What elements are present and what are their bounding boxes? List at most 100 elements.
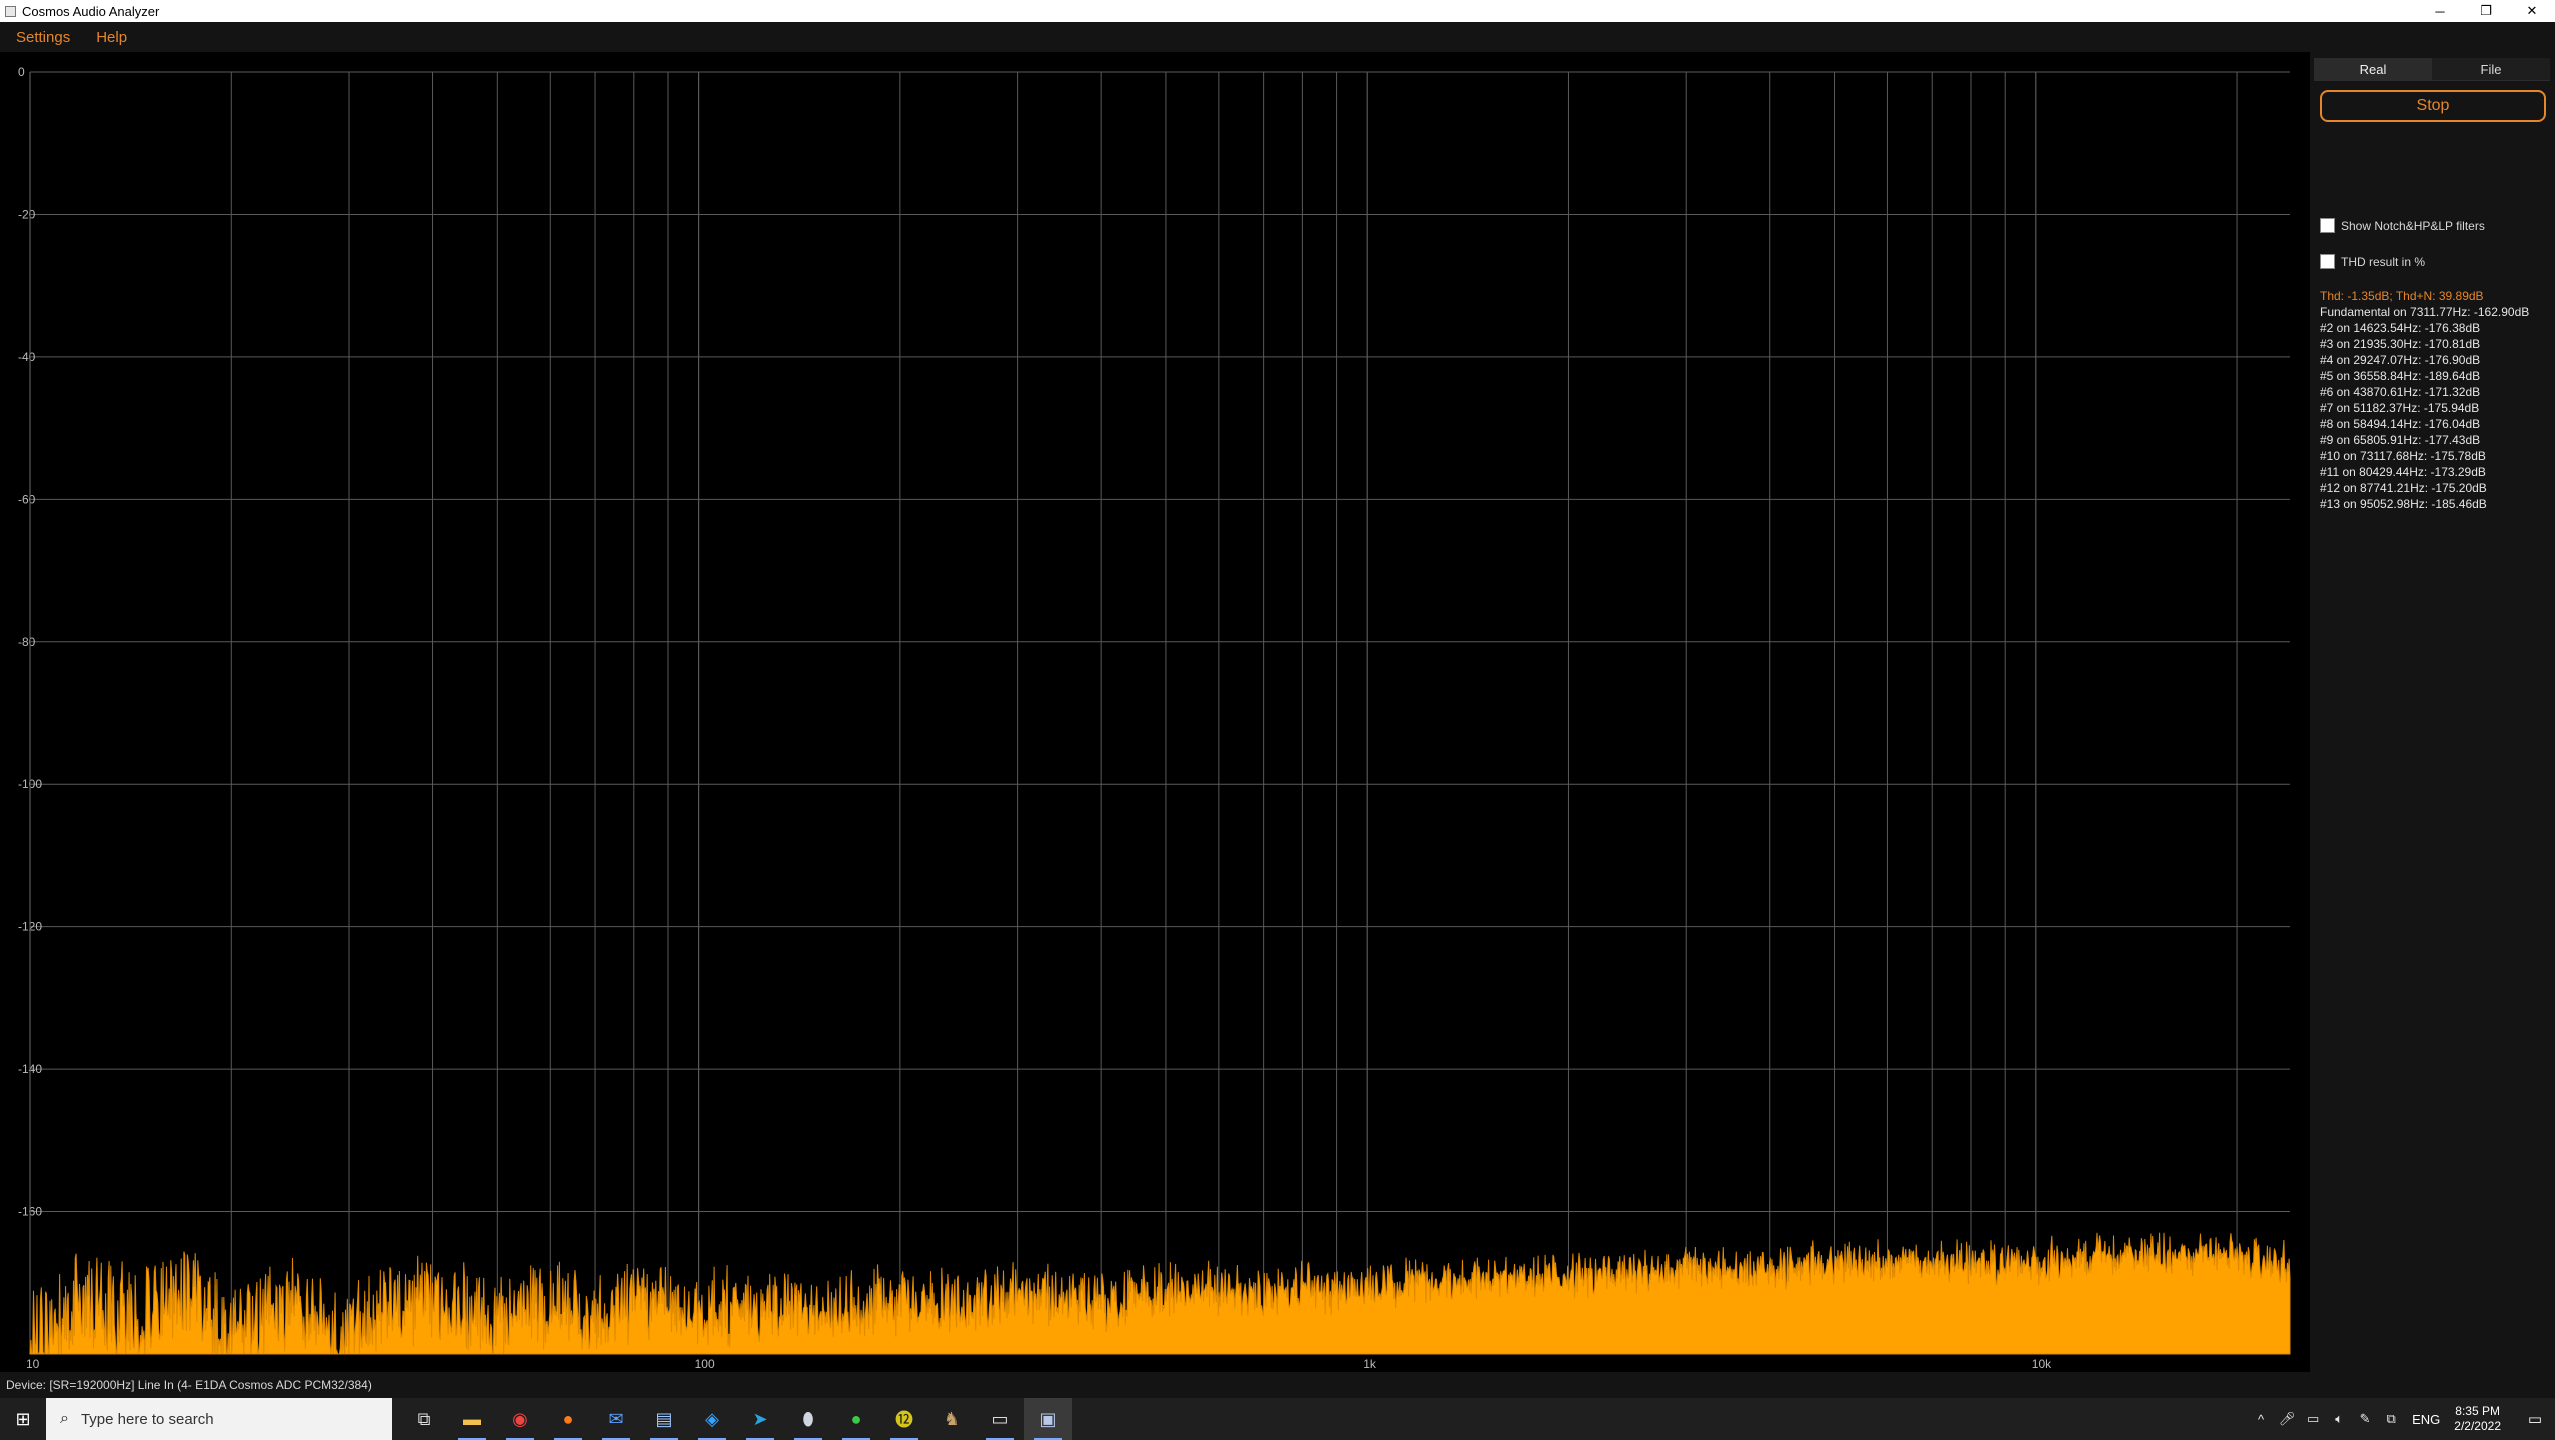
tab-real[interactable]: Real <box>2314 58 2432 81</box>
taskbar-search[interactable]: ⌕ Type here to search <box>46 1398 392 1440</box>
result-line: #10 on 73117.68Hz: -175.78dB <box>2320 449 2486 463</box>
task-view-button[interactable]: ⧉ <box>400 1398 448 1440</box>
compass-button[interactable]: ◈ <box>688 1398 736 1440</box>
device-status: Device: [SR=192000Hz] Line In (4- E1DA C… <box>6 1378 372 1392</box>
result-line: #11 on 80429.44Hz: -173.29dB <box>2320 465 2486 479</box>
notification-icon[interactable]: ▭ <box>2515 1410 2555 1428</box>
volume-icon[interactable]: 🔈︎ <box>2326 1411 2352 1427</box>
app-12-button[interactable]: ⓬ <box>880 1398 928 1440</box>
clock-date: 2/2/2022 <box>2454 1419 2501 1433</box>
clock-time: 8:35 PM <box>2455 1404 2500 1418</box>
terminal-icon: ▭ <box>991 1408 1009 1429</box>
result-line: #5 on 36558.84Hz: -189.64dB <box>2320 369 2481 383</box>
mail-button[interactable]: ✉ <box>592 1398 640 1440</box>
y-tick-label: 0 <box>18 65 25 79</box>
chrome-icon: ◉ <box>512 1408 528 1429</box>
menu-settings[interactable]: Settings <box>16 29 70 46</box>
wechat-button[interactable]: ● <box>832 1398 880 1440</box>
result-line: #9 on 65805.91Hz: -177.43dB <box>2320 433 2481 447</box>
animal-app-button[interactable]: ♞ <box>928 1398 976 1440</box>
system-tray: ^ 🎤︎ ▭ 🔈︎ ✎ ⧉ ENG 8:35 PM 2/2/2022 ▭ <box>2248 1398 2555 1440</box>
show-filters-row[interactable]: Show Notch&HP&LP filters <box>2320 218 2485 233</box>
result-line: #3 on 21935.30Hz: -170.81dB <box>2320 337 2481 351</box>
result-line: #2 on 14623.54Hz: -176.38dB <box>2320 321 2481 335</box>
app-window: Cosmos Audio Analyzer ─ ❐ ✕ Settings Hel… <box>0 0 2555 1440</box>
compass-icon: ◈ <box>705 1408 719 1429</box>
show-filters-checkbox[interactable] <box>2320 218 2335 233</box>
stop-button[interactable]: Stop <box>2320 90 2546 122</box>
result-line: #8 on 58494.14Hz: -176.04dB <box>2320 417 2481 431</box>
cosmos-app-icon: ▣ <box>1039 1408 1057 1429</box>
telegram-icon: ➤ <box>752 1408 768 1429</box>
spectrum-chart[interactable]: 0 -20 -40 -60 -80 -100 -120 -140 -160 10 100 1k 10k <box>0 52 2310 1372</box>
terminal-button[interactable]: ▭ <box>976 1398 1024 1440</box>
x-tick-label: 100 <box>695 1357 715 1371</box>
firefox-icon: ● <box>562 1408 574 1429</box>
x-tick-label: 10k <box>2032 1357 2052 1371</box>
title-bar: Cosmos Audio Analyzer ─ ❐ ✕ <box>0 0 2555 22</box>
y-tick-label: -80 <box>18 635 36 649</box>
thd-percent-checkbox[interactable] <box>2320 254 2335 269</box>
result-line: #13 on 95052.98Hz: -185.46dB <box>2320 497 2487 511</box>
minimize-button[interactable]: ─ <box>2417 0 2463 22</box>
y-tick-label: -20 <box>18 207 36 221</box>
thd-summary: Thd: -1.35dB; Thd+N: 39.89dB <box>2320 289 2484 303</box>
search-icon: ⌕ <box>60 1410 69 1427</box>
minimize-icon: ─ <box>2435 3 2445 19</box>
close-button[interactable]: ✕ <box>2509 0 2555 22</box>
window-title: Cosmos Audio Analyzer <box>22 3 160 19</box>
control-panel: Real File Stop Show Notch&HP&LP filters … <box>2310 52 2555 1372</box>
chevron-up-icon[interactable]: ^ <box>2248 1412 2274 1427</box>
thd-percent-label: THD result in % <box>2341 254 2426 269</box>
language-indicator[interactable]: ENG <box>2412 1412 2440 1427</box>
microphone-icon[interactable]: 🎤︎ <box>2274 1411 2300 1427</box>
file-explorer-button[interactable]: ▬ <box>448 1398 496 1440</box>
restore-button[interactable]: ❐ <box>2463 0 2509 22</box>
thd-results: Thd: -1.35dB; Thd+N: 39.89dB Fundamental… <box>2320 288 2552 512</box>
meeting-icon[interactable]: ⧉ <box>2378 1411 2404 1427</box>
mode-tabs: Real File <box>2314 58 2550 81</box>
tab-file[interactable]: File <box>2432 58 2550 81</box>
telegram-button[interactable]: ➤ <box>736 1398 784 1440</box>
close-icon: ✕ <box>2526 3 2538 18</box>
menu-bar: Settings Help <box>0 22 2555 52</box>
pen-icon[interactable]: ✎ <box>2352 1411 2378 1427</box>
clock[interactable]: 8:35 PM 2/2/2022 <box>2454 1404 2501 1434</box>
window-controls: ─ ❐ ✕ <box>2417 0 2555 22</box>
badge-12-icon: ⓬ <box>895 1410 913 1430</box>
chrome-button[interactable]: ◉ <box>496 1398 544 1440</box>
x-tick-label: 1k <box>1363 1357 1377 1371</box>
taskbar-apps: ⧉ ▬ ◉ ● ✉ ▤ ◈ ➤ ⬮ ● ⓬ ♞ ▭ ▣ <box>400 1398 1072 1440</box>
thd-percent-row[interactable]: THD result in % <box>2320 254 2425 269</box>
cosmos-app-button[interactable]: ▣ <box>1024 1398 1072 1440</box>
result-line: #12 on 87741.21Hz: -175.20dB <box>2320 481 2487 495</box>
task-view-icon: ⧉ <box>417 1408 431 1429</box>
result-line: Fundamental on 7311.77Hz: -162.90dB <box>2320 305 2530 319</box>
folder-icon: ▬ <box>463 1408 481 1429</box>
spectrum-plot: 0-20-40-60-80-100-120-140-16010 100 1k 10k <box>18 65 2291 1371</box>
start-button[interactable]: ⊞ <box>0 1398 46 1440</box>
shield-icon: ⬮ <box>802 1408 814 1429</box>
search-placeholder: Type here to search <box>80 1410 214 1428</box>
app-icon <box>5 5 16 17</box>
status-bar: Device: [SR=192000Hz] Line In (4- E1DA C… <box>0 1372 2555 1398</box>
result-line: #6 on 43870.61Hz: -171.32dB <box>2320 385 2481 399</box>
notepad-button[interactable]: ▤ <box>640 1398 688 1440</box>
mail-icon: ✉ <box>608 1408 624 1429</box>
restore-icon: ❐ <box>2480 3 2492 18</box>
shield-button[interactable]: ⬮ <box>784 1398 832 1440</box>
menu-help[interactable]: Help <box>96 29 127 46</box>
animal-icon: ♞ <box>943 1408 961 1429</box>
wechat-icon: ● <box>850 1408 862 1429</box>
result-line: #7 on 51182.37Hz: -175.94dB <box>2320 401 2480 415</box>
firefox-button[interactable]: ● <box>544 1398 592 1440</box>
y-tick-label: -60 <box>18 492 36 506</box>
result-line: #4 on 29247.07Hz: -176.90dB <box>2320 353 2481 367</box>
taskbar: ⊞ ⌕ Type here to search ⧉ ▬ ◉ ● ✉ ▤ ◈ ➤ … <box>0 1398 2555 1440</box>
show-filters-label: Show Notch&HP&LP filters <box>2341 218 2485 233</box>
y-tick-label: -40 <box>18 350 36 364</box>
spectrum-series <box>29 1232 2291 1355</box>
network-icon[interactable]: ▭ <box>2300 1411 2326 1427</box>
x-tick-label: 10 <box>26 1357 40 1371</box>
windows-logo-icon: ⊞ <box>15 1408 31 1429</box>
